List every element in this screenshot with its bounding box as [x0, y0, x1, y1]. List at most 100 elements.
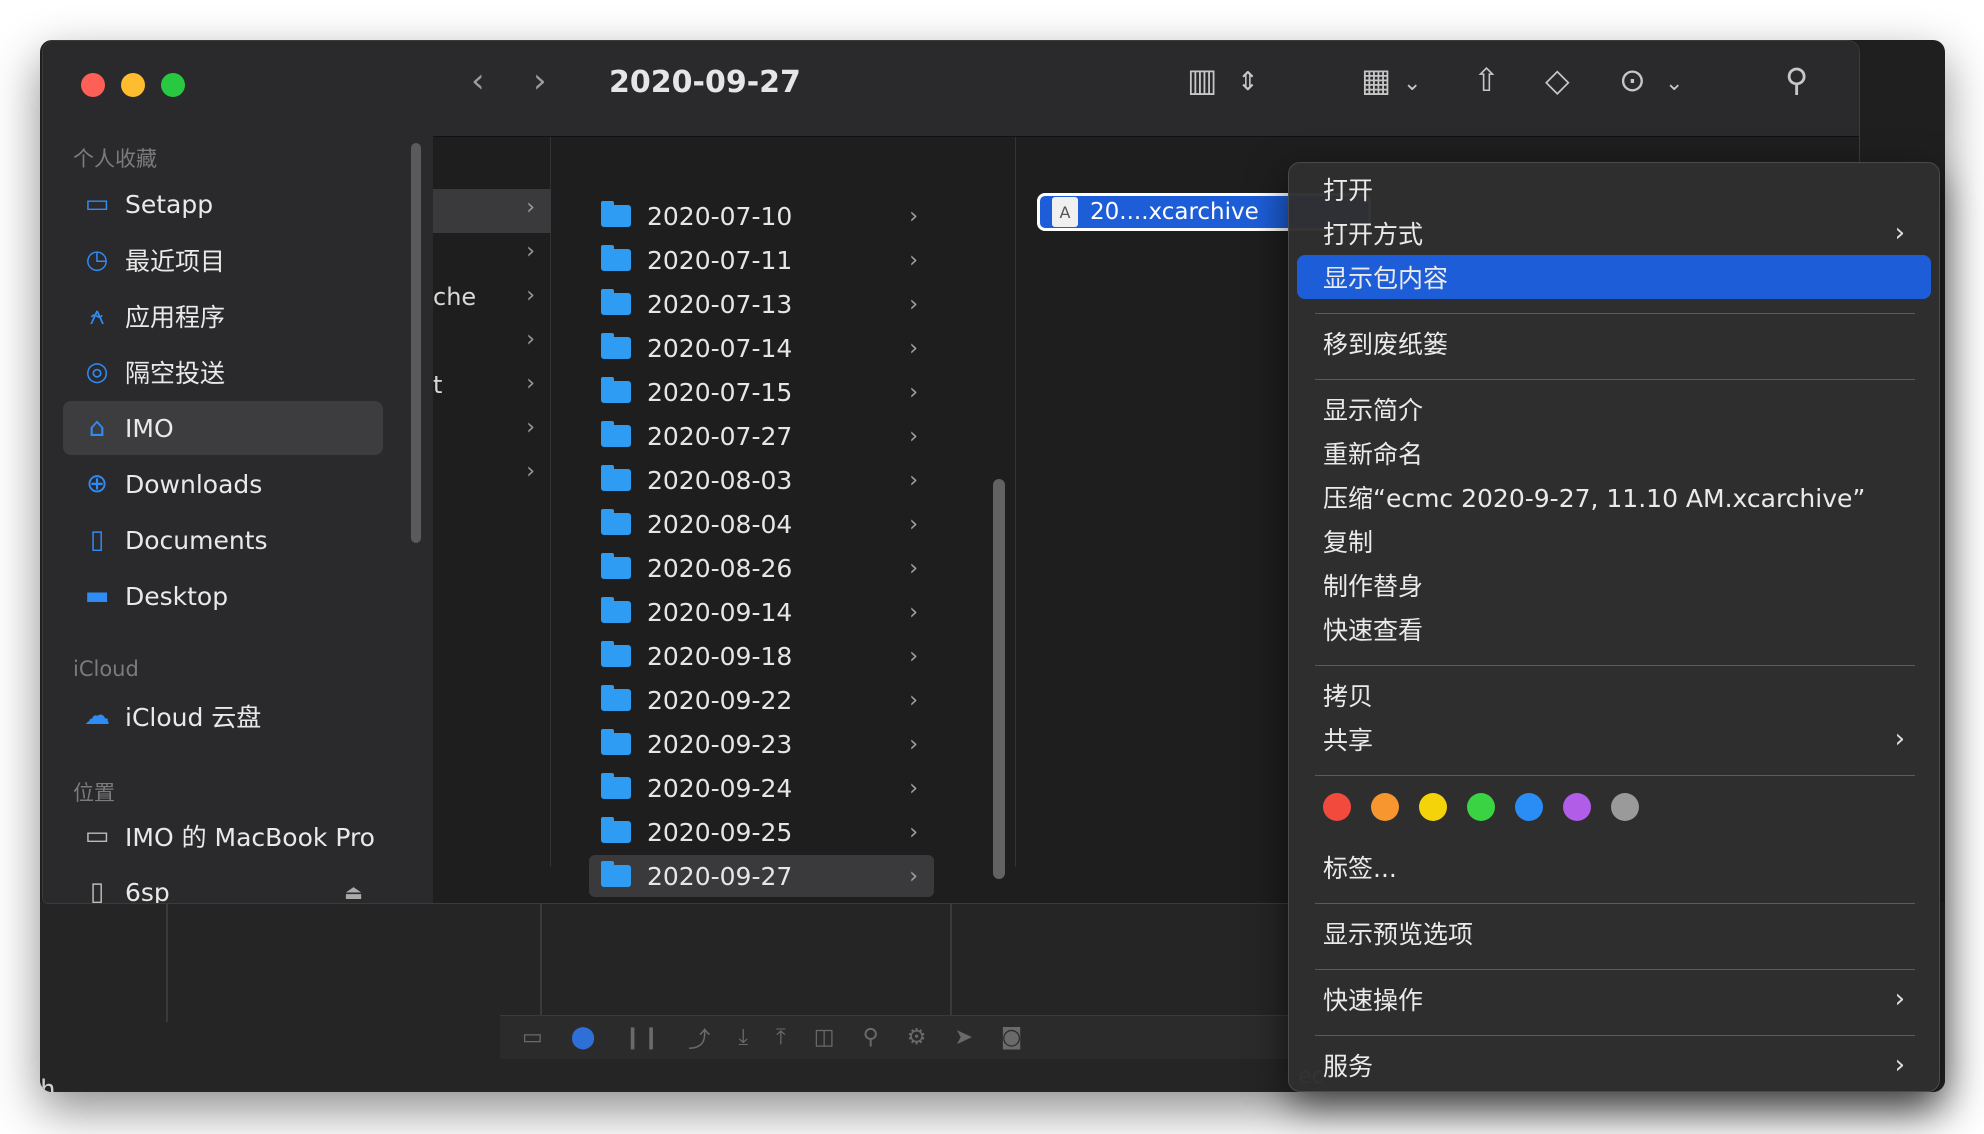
- share-icon[interactable]: ⇧: [1473, 61, 1500, 99]
- menu-item[interactable]: 显示简介: [1297, 387, 1931, 431]
- tag-color-dot[interactable]: [1467, 793, 1495, 821]
- tag-color-dot[interactable]: [1371, 793, 1399, 821]
- sidebar-item-documents[interactable]: ▯ Documents: [63, 513, 383, 567]
- folder-name: 2020-07-11: [647, 245, 793, 275]
- folder-row[interactable]: 2020-07-14 ›: [589, 327, 934, 369]
- menu-separator: [1315, 969, 1915, 970]
- menu-item[interactable]: 拷贝: [1297, 673, 1931, 717]
- menu-item[interactable]: 服务 ›: [1297, 1043, 1931, 1087]
- zoom-window-button[interactable]: [161, 73, 185, 97]
- folder-name: 2020-08-04: [647, 509, 793, 539]
- menu-item[interactable]: 显示包内容: [1297, 255, 1931, 299]
- tag-color-dot[interactable]: [1515, 793, 1543, 821]
- sidebar-item-imo[interactable]: ⌂ IMO: [63, 401, 383, 455]
- folder-icon: [601, 729, 631, 755]
- folder-icon: [601, 817, 631, 843]
- list-item[interactable]: ›: [433, 321, 551, 365]
- background-toolbar-icon: ▭: [522, 1025, 543, 1050]
- folder-row[interactable]: 2020-09-22 ›: [589, 679, 934, 721]
- chevron-left-icon[interactable]: ‹: [471, 61, 485, 101]
- sidebar-item-desktop[interactable]: ▬ Desktop: [63, 569, 383, 623]
- list-item[interactable]: t ›: [433, 365, 551, 409]
- background-divider: [950, 902, 952, 1022]
- chevron-right-icon: ›: [909, 555, 918, 581]
- menu-item-label: 显示简介: [1323, 396, 1424, 425]
- sidebar-item-label: iCloud 云盘: [125, 703, 262, 732]
- menu-item[interactable]: 制作替身: [1297, 563, 1931, 607]
- sidebar-item-icloud-drive[interactable]: ☁ iCloud 云盘: [63, 689, 383, 743]
- chevron-right-icon: ›: [909, 423, 918, 449]
- tag-color-dot[interactable]: [1419, 793, 1447, 821]
- list-item[interactable]: ›: [433, 233, 551, 277]
- sidebar-item-6sp[interactable]: ▯ 6sp ⏏: [63, 865, 383, 903]
- background-toolbar-icon: ❙❙: [623, 1025, 661, 1050]
- folder-row[interactable]: 2020-09-23 ›: [589, 723, 934, 765]
- chevron-right-icon: ›: [526, 327, 535, 352]
- folder-name: 2020-07-10: [647, 201, 793, 231]
- context-menu: 打开 打开方式 › 显示包内容移到废纸篓显示简介重新命名压缩“ecmc 2020-9-…: [1288, 162, 1940, 1092]
- menu-item[interactable]: 重新命名: [1297, 431, 1931, 475]
- chevron-right-icon: ›: [909, 731, 918, 757]
- tag-color-dot[interactable]: [1563, 793, 1591, 821]
- folder-row[interactable]: 2020-09-27 ›: [589, 855, 934, 897]
- folder-row[interactable]: 2020-09-14 ›: [589, 591, 934, 633]
- folder-name: 2020-09-18: [647, 641, 793, 671]
- background-toolbar-icon: ➤: [954, 1025, 973, 1050]
- chevron-right-icon[interactable]: ›: [533, 61, 547, 101]
- folder-row[interactable]: 2020-09-24 ›: [589, 767, 934, 809]
- menu-item[interactable]: 复制: [1297, 519, 1931, 563]
- menu-item[interactable]: 显示预览选项: [1297, 911, 1931, 955]
- background-toolbar-icon: ◙: [1000, 1025, 1023, 1050]
- column-view-icon[interactable]: ▥: [1187, 61, 1217, 99]
- updown-chevron-icon[interactable]: ⇕: [1237, 67, 1259, 97]
- more-actions-icon[interactable]: ⊙: [1619, 61, 1646, 99]
- folder-row[interactable]: 2020-07-27 ›: [589, 415, 934, 457]
- folder-row[interactable]: 2020-09-18 ›: [589, 635, 934, 677]
- chevron-down-icon[interactable]: ⌄: [1403, 71, 1421, 96]
- tag-color-row: [1323, 793, 1639, 821]
- menu-item[interactable]: 快速操作 ›: [1297, 977, 1931, 1021]
- chevron-down-icon[interactable]: ⌄: [1665, 71, 1683, 96]
- list-item[interactable]: ›: [433, 409, 551, 453]
- sidebar-scrollbar[interactable]: [411, 143, 421, 543]
- tag-icon[interactable]: ◇: [1545, 61, 1570, 99]
- tag-color-dot[interactable]: [1323, 793, 1351, 821]
- sidebar-item-setapp[interactable]: ▭ Setapp: [63, 177, 383, 231]
- menu-item[interactable]: 共享 ›: [1297, 717, 1931, 761]
- folder-row[interactable]: 2020-07-10 ›: [589, 195, 934, 237]
- menu-item[interactable]: 快速查看: [1297, 607, 1931, 651]
- menu-item[interactable]: 移到废纸篓: [1297, 321, 1931, 365]
- menu-item[interactable]: 标签...: [1297, 845, 1931, 889]
- folder-row[interactable]: 2020-07-11 ›: [589, 239, 934, 281]
- folder-row[interactable]: 2020-07-13 ›: [589, 283, 934, 325]
- folder-name: 2020-09-25: [647, 817, 793, 847]
- group-icon[interactable]: ▦: [1361, 61, 1391, 99]
- folder-row[interactable]: 2020-08-04 ›: [589, 503, 934, 545]
- sidebar-item-airdrop[interactable]: ◎ 隔空投送: [63, 345, 383, 399]
- close-window-button[interactable]: [81, 73, 105, 97]
- sidebar-item-downloads[interactable]: ⊕ Downloads: [63, 457, 383, 511]
- sidebar-item-recents[interactable]: ◷ 最近项目: [63, 233, 383, 287]
- minimize-window-button[interactable]: [121, 73, 145, 97]
- list-item[interactable]: ›: [433, 453, 551, 497]
- column-scrollbar[interactable]: [993, 479, 1005, 879]
- folder-row[interactable]: 2020-09-25 ›: [589, 811, 934, 853]
- menu-item[interactable]: 压缩“ecmc 2020-9-27, 11.10 AM.xcarchive”: [1297, 475, 1931, 519]
- list-item-label: che: [433, 283, 477, 311]
- tag-color-dot[interactable]: [1611, 793, 1639, 821]
- sidebar: 个人收藏 ▭ Setapp ◷ 最近项目 ⍲ 应用程序 ◎ 隔空投送 ⌂ IMO…: [43, 41, 433, 903]
- eject-icon[interactable]: ⏏: [344, 880, 363, 903]
- list-item[interactable]: ›: [433, 189, 551, 233]
- list-item[interactable]: che ›: [433, 277, 551, 321]
- sidebar-item-macbook[interactable]: ▭ IMO 的 MacBook Pro: [63, 809, 383, 863]
- sidebar-item-label: Documents: [125, 525, 268, 555]
- menu-item[interactable]: 打开方式 ›: [1297, 211, 1931, 255]
- menu-item-label: 压缩“ecmc 2020-9-27, 11.10 AM.xcarchive”: [1323, 484, 1866, 513]
- menu-item[interactable]: 打开: [1297, 167, 1931, 211]
- folder-row[interactable]: 2020-08-26 ›: [589, 547, 934, 589]
- sidebar-item-applications[interactable]: ⍲ 应用程序: [63, 289, 383, 343]
- folder-row[interactable]: 2020-08-03 ›: [589, 459, 934, 501]
- folder-row[interactable]: 2020-07-15 ›: [589, 371, 934, 413]
- folder-icon: [601, 773, 631, 799]
- search-icon[interactable]: ⚲: [1785, 61, 1808, 99]
